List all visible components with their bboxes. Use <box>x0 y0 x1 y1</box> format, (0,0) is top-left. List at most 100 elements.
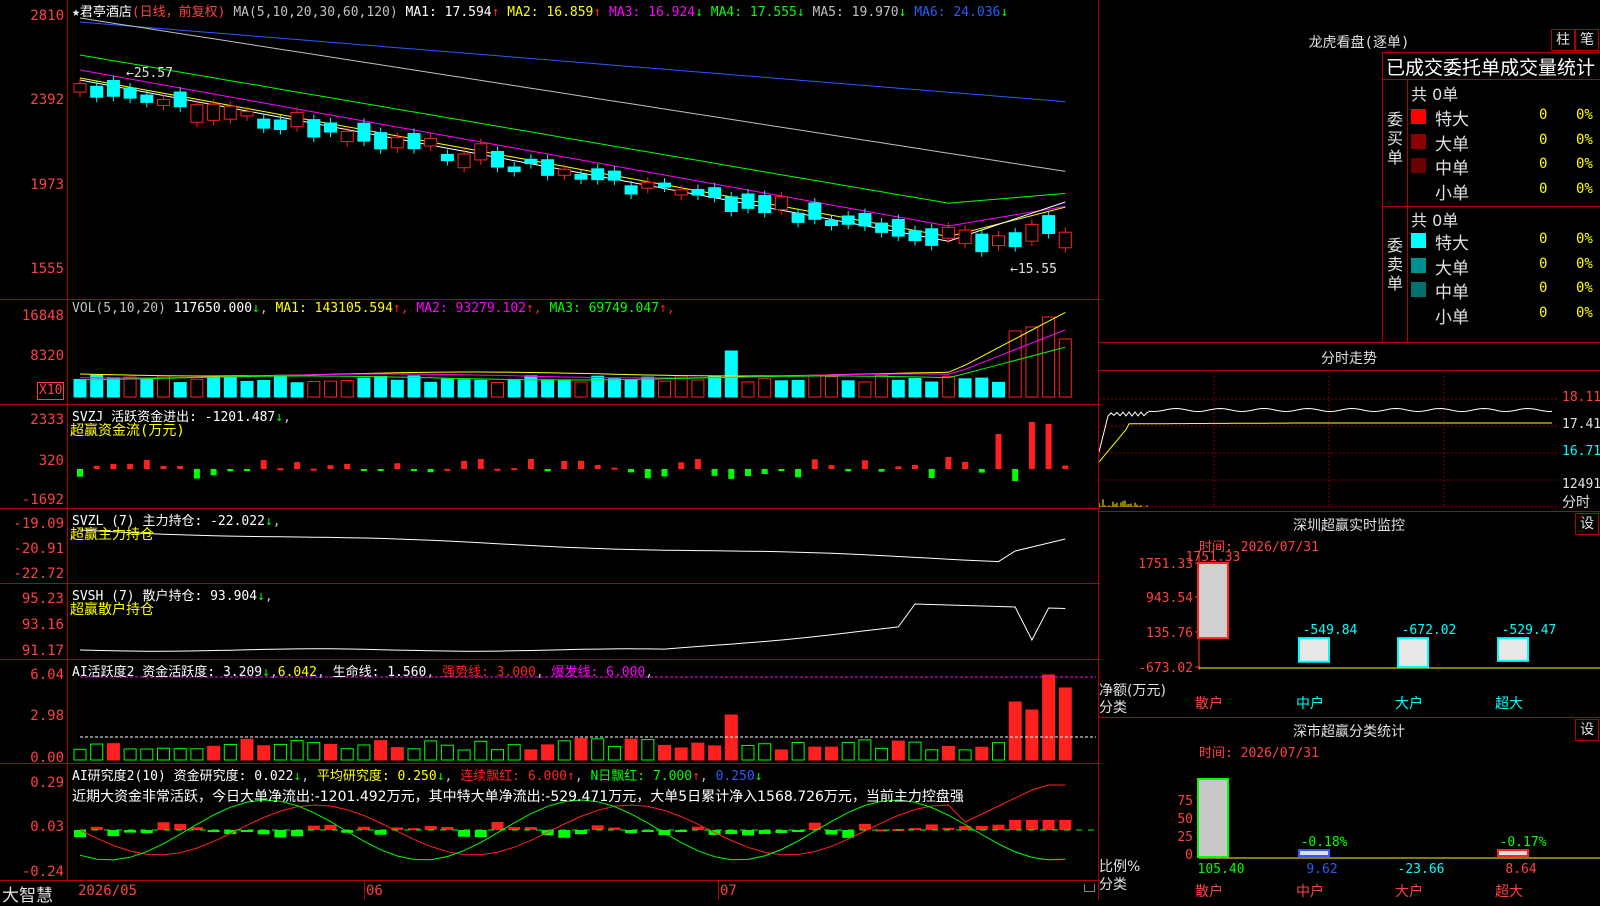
period-label[interactable]: (日线，前复权) <box>132 5 226 20</box>
candle-body <box>340 130 354 143</box>
price-indicator-header: ★君亭酒店(日线，前复权) MA(5,10,20,30,60,120) MA1:… <box>72 1 1008 20</box>
volume-bar <box>925 381 939 398</box>
sz-class-chart: 75 50 25 0 105.40 散户 -0.18% 9.62 中户 -23.66 大户 -0.17… <box>1177 778 1600 900</box>
ai2-bar <box>491 822 504 830</box>
svsh-axis-9316: 93.16 <box>21 617 64 633</box>
candle-body <box>457 153 471 169</box>
svzj-bar <box>394 463 401 469</box>
bar-mode-button[interactable]: 柱 <box>1551 29 1575 51</box>
sz-monitor-chart: 1751.33943.54135.76-673.021751.33散户-549.… <box>1138 550 1600 710</box>
sz-class-bottom-label: 8.64 <box>1505 862 1536 877</box>
sell-pct-3: 0% <box>1576 280 1593 296</box>
ai1-bar <box>607 745 621 761</box>
sz-class-bar-2 <box>1298 849 1330 857</box>
volume-bar <box>741 381 755 398</box>
stock-name[interactable]: 君亭酒店 <box>80 5 132 20</box>
sz-class-top-label: -0.18% <box>1301 835 1348 850</box>
candle-body <box>941 226 955 239</box>
sz-class-bottom-label: -23.66 <box>1398 862 1445 877</box>
sz-monitor-category: 大户 <box>1395 695 1423 710</box>
svzj-bar <box>477 459 484 469</box>
ai1-bar <box>73 748 87 761</box>
sz-class-axis-label: 0 <box>1185 848 1193 863</box>
buy-count-2: 0 <box>1539 131 1548 148</box>
sz-monitor-bar-3 <box>1397 637 1429 668</box>
svzj-bar <box>260 460 267 469</box>
ai1-bar <box>908 741 922 761</box>
ma-value-1: MA1: 17.594↑ <box>405 5 500 20</box>
svzj-axis-320: 320 <box>38 453 64 469</box>
sell-count-3: 0 <box>1539 280 1548 296</box>
svzj-bar <box>661 469 668 477</box>
svzj-bar <box>628 469 635 473</box>
buy-pct-2: 0% <box>1576 131 1593 148</box>
svzj-bar <box>611 467 618 470</box>
buy-swatch-3 <box>1411 158 1426 173</box>
ai1-bar <box>1042 674 1056 761</box>
volume-bar <box>624 379 638 398</box>
svzj-bar <box>327 465 334 469</box>
sz-class-category: 超大 <box>1495 884 1523 900</box>
sz-monitor-category: 超大 <box>1495 696 1523 710</box>
candle-body <box>273 119 287 131</box>
ai2-bar <box>274 830 287 838</box>
buy-count-3: 0 <box>1539 156 1548 172</box>
volume-bar <box>975 377 989 398</box>
ai2-axis-003: 0.03 <box>30 819 64 835</box>
sell-total: 共 0单 <box>1411 211 1459 230</box>
volume-bar <box>591 375 605 398</box>
ai1-bar <box>958 749 972 761</box>
sell-pct-4: 0% <box>1576 304 1593 321</box>
candle-body <box>958 229 972 245</box>
ai1-bar <box>290 740 304 761</box>
time-axis-06: 06 <box>366 883 383 899</box>
candle-body <box>190 104 204 123</box>
volume-bar <box>791 379 805 398</box>
candle-body <box>440 153 454 162</box>
ma-line-1 <box>79 21 1066 103</box>
buy-label-1: 特大 <box>1435 110 1469 130</box>
ai2-bar <box>74 830 86 838</box>
ai2-axis-029: 0.29 <box>30 775 64 791</box>
star-icon[interactable]: ★ <box>72 5 80 20</box>
intraday-chart[interactable] <box>1099 372 1559 510</box>
vol-ma-line-1 <box>79 311 1066 377</box>
brand-label[interactable]: 大智慧 <box>2 881 53 906</box>
dragon-tabs[interactable]: 已成交委托单成交量统计 <box>1386 53 1595 80</box>
svzj-bar <box>594 465 601 469</box>
ai2-bar <box>291 830 304 837</box>
vol-ma-line-3 <box>79 346 1066 381</box>
ai2-bar <box>174 824 187 830</box>
candle-body <box>324 122 337 133</box>
svzj-bar <box>861 460 868 469</box>
svzj-bar <box>411 469 417 471</box>
volume-bar <box>891 379 905 398</box>
sell-label-4: 小单 <box>1435 307 1469 328</box>
svzj-bar <box>227 469 234 472</box>
ai2-bar <box>107 830 120 837</box>
volume-bar <box>992 381 1005 398</box>
lock-icon[interactable] <box>1084 884 1095 892</box>
svsh-sub: 超赢散户持仓 <box>70 602 154 618</box>
candle-body <box>390 136 404 149</box>
svsh-axis-9117: 91.17 <box>21 643 64 659</box>
ai1-bar <box>641 739 655 761</box>
svzj-bar <box>377 469 384 471</box>
candle-body <box>557 168 571 176</box>
volume-bar <box>825 376 838 398</box>
tick-mode-button[interactable]: 笔 <box>1575 29 1599 51</box>
volume-bar <box>574 381 588 398</box>
sell-pct-2: 0% <box>1576 255 1593 272</box>
ai1-bar <box>557 740 571 761</box>
vol-unit-badge[interactable]: X10 <box>37 382 65 400</box>
candle-body <box>808 202 822 220</box>
ai1-bar <box>507 744 521 761</box>
svzj-bar <box>828 465 835 469</box>
ai1-bar <box>357 744 371 761</box>
svzj-bar <box>427 469 434 473</box>
volume-bar <box>1025 326 1039 398</box>
low-price-label: ←15.55 <box>1010 262 1057 277</box>
candle-body <box>791 212 805 223</box>
ai2-bar <box>324 824 337 830</box>
svzl-sub: 超赢主力持仓 <box>70 527 154 543</box>
